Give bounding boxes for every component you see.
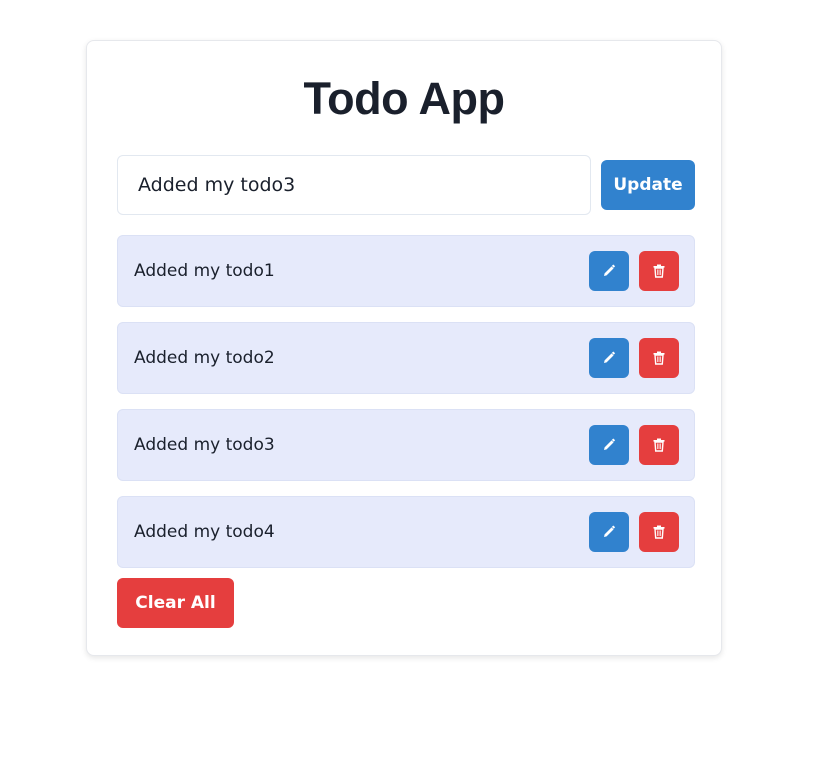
edit-button[interactable] bbox=[589, 338, 629, 378]
todo-item: Added my todo2 bbox=[117, 322, 695, 394]
delete-button[interactable] bbox=[639, 338, 679, 378]
pencil-icon bbox=[601, 263, 617, 279]
pencil-icon bbox=[601, 524, 617, 540]
todo-text: Added my todo2 bbox=[134, 348, 275, 368]
delete-button[interactable] bbox=[639, 251, 679, 291]
todo-card: Todo App Update Added my todo1 Added my … bbox=[86, 40, 722, 656]
trash-icon bbox=[651, 524, 667, 540]
todo-input[interactable] bbox=[117, 155, 591, 215]
edit-button[interactable] bbox=[589, 251, 629, 291]
todo-list: Added my todo1 Added my todo2 Added my t… bbox=[117, 235, 695, 583]
todo-text: Added my todo3 bbox=[134, 435, 275, 455]
update-button[interactable]: Update bbox=[601, 160, 695, 210]
trash-icon bbox=[651, 263, 667, 279]
clear-all-button[interactable]: Clear All bbox=[117, 578, 234, 628]
todo-text: Added my todo4 bbox=[134, 522, 275, 542]
trash-icon bbox=[651, 437, 667, 453]
todo-item: Added my todo4 bbox=[117, 496, 695, 568]
edit-button[interactable] bbox=[589, 512, 629, 552]
delete-button[interactable] bbox=[639, 425, 679, 465]
todo-item: Added my todo3 bbox=[117, 409, 695, 481]
pencil-icon bbox=[601, 437, 617, 453]
todo-item: Added my todo1 bbox=[117, 235, 695, 307]
trash-icon bbox=[651, 350, 667, 366]
todo-text: Added my todo1 bbox=[134, 261, 275, 281]
pencil-icon bbox=[601, 350, 617, 366]
delete-button[interactable] bbox=[639, 512, 679, 552]
edit-button[interactable] bbox=[589, 425, 629, 465]
page-title: Todo App bbox=[303, 73, 505, 124]
